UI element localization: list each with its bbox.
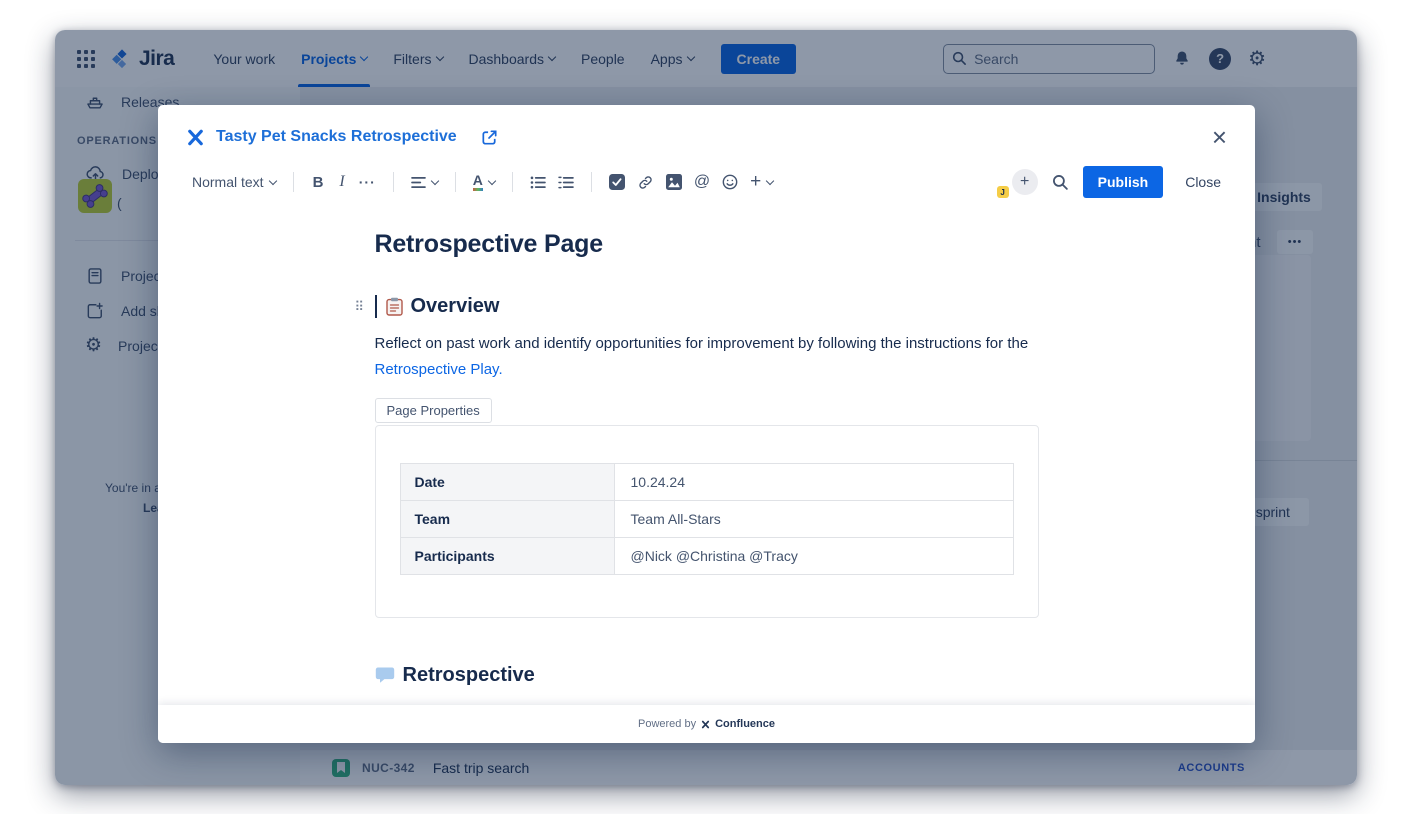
collaborator-avatar[interactable]: J [980, 169, 1006, 195]
clipboard-emoji-icon [386, 297, 403, 316]
publish-button[interactable]: Publish [1083, 166, 1164, 198]
bullet-list-button[interactable] [524, 172, 552, 193]
chevron-down-icon [766, 176, 774, 184]
text-style-dropdown[interactable]: Normal text [186, 170, 282, 194]
emoji-button[interactable] [716, 170, 744, 194]
task-checkbox-icon [609, 174, 625, 190]
speech-balloon-icon [375, 666, 395, 684]
row-value[interactable]: 10.24.24 [614, 463, 1013, 500]
powered-by-text: Powered by [638, 718, 696, 730]
toolbar-divider [455, 172, 456, 192]
find-in-page-icon[interactable] [1052, 174, 1069, 191]
confluence-brand-text: Confluence [715, 718, 775, 730]
mention-button[interactable]: @ [688, 169, 716, 195]
more-formatting-button[interactable]: ··· [353, 170, 382, 194]
numbered-list-button[interactable] [552, 172, 580, 193]
confluence-page-modal: Tasty Pet Snacks Retrospective × Normal … [158, 105, 1255, 743]
row-label[interactable]: Participants [400, 537, 614, 574]
toolbar-divider [512, 172, 513, 192]
insert-image-button[interactable] [660, 170, 688, 194]
modal-close-icon[interactable]: × [1210, 124, 1229, 150]
italic-button[interactable]: I [331, 169, 352, 195]
open-in-new-tab-icon[interactable] [480, 128, 499, 147]
drag-handle-icon[interactable]: ⠿ [355, 299, 365, 315]
table-row: Team Team All-Stars [400, 500, 1013, 537]
align-left-icon [411, 176, 426, 189]
text-color-dropdown[interactable]: A [467, 169, 501, 195]
modal-footer: Powered by Confluence [158, 705, 1255, 743]
confluence-logo-small-icon [701, 720, 710, 729]
retrospective-heading: Retrospective [403, 664, 535, 687]
link-icon [637, 174, 654, 191]
emoji-smiley-icon [722, 174, 738, 190]
alignment-dropdown[interactable] [405, 172, 444, 193]
retrospective-play-link[interactable]: Retrospective Play [375, 361, 499, 378]
collaborator-badge: J [997, 186, 1009, 198]
chevron-down-icon [488, 176, 496, 184]
row-label[interactable]: Date [400, 463, 614, 500]
chevron-down-icon [431, 176, 439, 184]
text-color-icon: A [473, 173, 483, 191]
chevron-down-icon [268, 176, 276, 184]
table-row: Participants @Nick @Christina @Tracy [400, 537, 1013, 574]
page-properties-macro-label[interactable]: Page Properties [375, 398, 492, 423]
editor-content[interactable]: Retrospective Page ⠿ Overview Reflect on… [158, 208, 1255, 705]
toolbar-divider [591, 172, 592, 192]
numbered-list-icon [558, 176, 574, 189]
editor-toolbar: Normal text B I ··· A [158, 158, 1255, 208]
row-value[interactable]: Team All-Stars [614, 500, 1013, 537]
page-properties-panel: Date 10.24.24 Team Team All-Stars Partic… [375, 425, 1039, 618]
modal-title: Tasty Pet Snacks Retrospective [216, 128, 457, 146]
confluence-logo-icon [186, 128, 205, 147]
overview-heading: Overview [411, 295, 500, 318]
overview-paragraph: Reflect on past work and identify opport… [375, 331, 1039, 384]
properties-table: Date 10.24.24 Team Team All-Stars Partic… [400, 463, 1014, 575]
close-editor-button[interactable]: Close [1177, 168, 1229, 196]
text-cursor [375, 295, 377, 318]
modal-header: Tasty Pet Snacks Retrospective × [158, 105, 1255, 158]
action-item-button[interactable] [603, 170, 631, 194]
bold-button[interactable]: B [305, 170, 332, 195]
bullet-list-icon [530, 176, 546, 189]
row-value[interactable]: @Nick @Christina @Tracy [614, 537, 1013, 574]
toolbar-divider [293, 172, 294, 192]
insert-more-dropdown[interactable]: + [744, 167, 779, 197]
insert-link-button[interactable] [631, 170, 660, 195]
image-icon [666, 174, 682, 190]
row-label[interactable]: Team [400, 500, 614, 537]
page-title: Retrospective Page [375, 230, 1039, 259]
invite-collaborator-button[interactable]: + [1012, 169, 1038, 195]
toolbar-divider [393, 172, 394, 192]
table-row: Date 10.24.24 [400, 463, 1013, 500]
